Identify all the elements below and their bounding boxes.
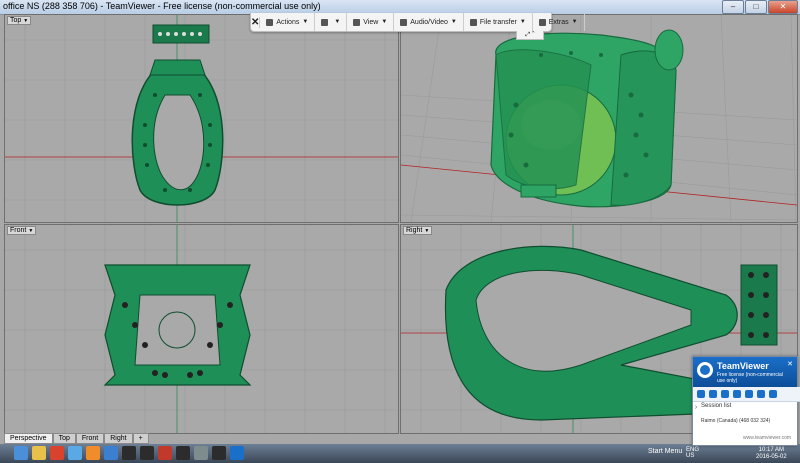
phone-icon[interactable]	[709, 390, 717, 398]
chat-icon[interactable]	[721, 390, 729, 398]
viewport-label-right[interactable]: Right ▼	[403, 226, 433, 235]
maximize-button[interactable]: □	[745, 0, 767, 14]
eye-icon	[353, 18, 361, 26]
close-session-button[interactable]: ✕	[251, 16, 261, 28]
actions-menu[interactable]: Actions ▼	[260, 13, 316, 31]
view-menu[interactable]: View ▼	[347, 13, 395, 31]
minimize-button[interactable]: –	[722, 0, 744, 14]
clock-date: 2016-05-02	[756, 454, 787, 460]
headset-icon[interactable]	[733, 390, 741, 398]
toolbar-collapse-tab[interactable]: ⤢ ⌃	[516, 31, 544, 40]
language-indicator[interactable]: ENG US	[686, 447, 699, 459]
app6-icon[interactable]	[212, 446, 226, 460]
teamviewer-toolbar: ✕ Actions ▼ ▼ View ▼ Audio/Video ▼ File tra…	[250, 13, 585, 32]
lightning-icon	[266, 18, 274, 26]
viewport-front[interactable]: Front ▼	[4, 224, 399, 434]
viewport-perspective[interactable]	[400, 14, 798, 223]
opera-icon[interactable]	[50, 446, 64, 460]
app4-icon[interactable]	[176, 446, 190, 460]
session-list-item[interactable]: Raimo (Canada) (468 032 324)	[701, 418, 770, 424]
close-window-button[interactable]: ✕	[768, 0, 798, 14]
license-text: Free license (non-commercial use only)	[717, 372, 783, 384]
viewport-label-front[interactable]: Front ▼	[7, 226, 37, 235]
expand-arrow-icon[interactable]: ›	[693, 401, 699, 435]
windows-menu[interactable]: ▼	[315, 13, 348, 31]
panel-actions	[693, 387, 800, 402]
more-icon[interactable]	[769, 390, 777, 398]
headset-icon	[400, 18, 408, 26]
clock[interactable]: 10:17 AM 2016-05-02	[756, 447, 787, 461]
tab-top[interactable]: Top	[52, 433, 76, 444]
perspective-view-canvas	[401, 15, 797, 222]
teamviewer-link[interactable]: www.teamviewer.com	[743, 435, 791, 441]
windows-icon	[321, 18, 329, 26]
teamviewer-header: TeamViewer Free license (non-commercial …	[693, 357, 797, 387]
firefox-icon[interactable]	[86, 446, 100, 460]
ie-icon[interactable]	[68, 446, 82, 460]
folder-icon[interactable]	[32, 446, 46, 460]
tab-add[interactable]: +	[132, 433, 149, 444]
file-icon	[469, 18, 477, 26]
tab-front[interactable]: Front	[75, 433, 105, 444]
rhino-icon[interactable]	[122, 446, 136, 460]
viewport-top[interactable]: Top ▼	[4, 14, 399, 223]
tab-perspective[interactable]: Perspective	[4, 433, 53, 444]
video-icon[interactable]	[697, 390, 705, 398]
teamviewer-logo-icon	[697, 362, 713, 378]
whiteboard-icon[interactable]	[757, 390, 765, 398]
top-view-canvas	[5, 15, 398, 222]
app2-icon[interactable]	[140, 446, 154, 460]
teamviewer-brand: TeamViewer	[717, 361, 769, 371]
audio-video-menu[interactable]: Audio/Video ▼	[394, 13, 464, 31]
taskbar: Start Menu ENG US 10:17 AM 2016-05-02	[0, 444, 800, 463]
file-transfer-menu[interactable]: File transfer ▼	[464, 13, 533, 31]
teamviewer-panel: TeamViewer Free license (non-commercial …	[692, 356, 800, 446]
explorer-icon[interactable]	[14, 446, 28, 460]
session-list-label: Session list	[701, 403, 732, 409]
teamviewer-taskbar-icon[interactable]	[230, 446, 244, 460]
app3-icon[interactable]	[158, 446, 172, 460]
start-menu-button[interactable]: Start Menu	[648, 448, 682, 455]
file-icon[interactable]	[745, 390, 753, 398]
app-icon[interactable]	[104, 446, 118, 460]
app5-icon[interactable]	[194, 446, 208, 460]
front-view-canvas	[5, 225, 398, 433]
window-title: office NS (288 358 706) - TeamViewer - F…	[3, 1, 321, 11]
panel-close-icon[interactable]: ✕	[787, 360, 793, 368]
viewport-tabs: Perspective Top Front Right +	[4, 433, 149, 444]
viewport-label-top[interactable]: Top ▼	[7, 16, 32, 25]
tools-icon	[538, 18, 546, 26]
taskbar-icons	[14, 446, 244, 460]
extras-menu[interactable]: Extras ▼	[533, 13, 585, 31]
tab-right[interactable]: Right	[104, 433, 133, 444]
clock-time: 10:17 AM	[758, 447, 785, 453]
